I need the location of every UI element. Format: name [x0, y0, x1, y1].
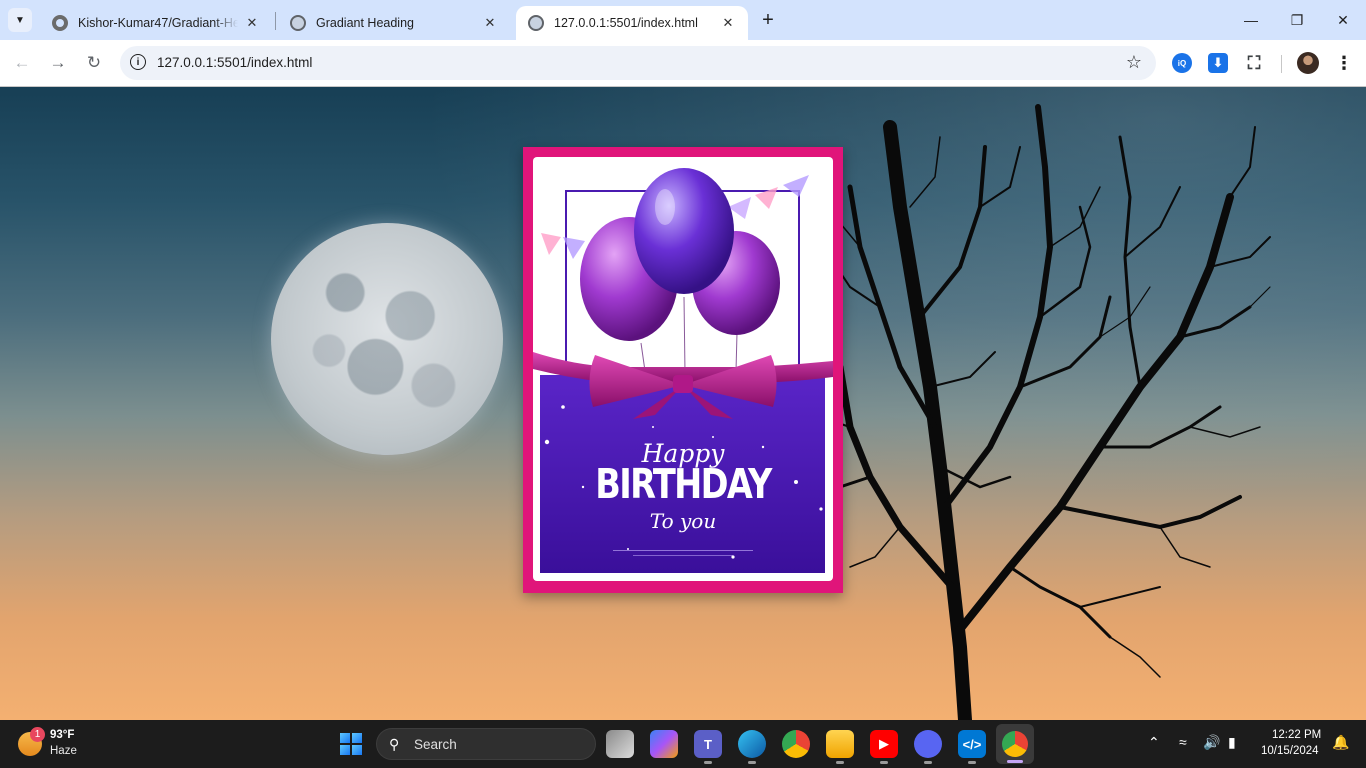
taskbar-search[interactable]: ⚲ Search — [376, 728, 596, 760]
tab-strip: ▼ Kishor-Kumar47/Gradiant-Heading ✕ Grad… — [0, 0, 1366, 40]
new-tab-button[interactable]: + — [756, 8, 780, 32]
tab-index-active[interactable]: 127.0.0.1:5501/index.html ✕ — [516, 6, 748, 40]
clock-date[interactable]: 10/15/2024 — [1261, 745, 1319, 757]
reload-button[interactable]: ↻ — [82, 51, 106, 75]
card-birthday-text: BIRTHDAY — [595, 460, 772, 508]
url-text[interactable]: 127.0.0.1:5501/index.html — [157, 55, 312, 70]
puzzle-extension-icon[interactable]: ⛶ — [1244, 53, 1264, 73]
tab-gradiant-heading[interactable]: Gradiant Heading ✕ — [278, 6, 510, 40]
tab-search-button[interactable]: ▼ — [8, 8, 32, 32]
page-viewport: Happy BIRTHDAY To you — [0, 87, 1366, 720]
profile-avatar[interactable] — [1297, 52, 1319, 74]
more-menu-icon[interactable]: ⋮ — [1334, 51, 1354, 75]
birthday-card: Happy BIRTHDAY To you — [523, 147, 843, 593]
minimize-button[interactable]: — — [1228, 0, 1274, 40]
teams-icon[interactable]: T — [694, 730, 722, 764]
close-tab-icon[interactable]: ✕ — [244, 15, 260, 31]
show-hidden-icons-icon[interactable]: ⌃ — [1148, 734, 1160, 751]
tree-silhouette — [799, 104, 1271, 720]
restore-button[interactable]: ❐ — [1274, 0, 1320, 40]
chrome-icon[interactable] — [782, 730, 810, 758]
windows-taskbar: 1 93°F Haze ⚲ Search T ▶ </> ⌃ ≈ 🔊 ▮ 12:… — [0, 720, 1366, 768]
toolbar-separator — [1281, 55, 1282, 73]
tab-separator — [275, 12, 276, 30]
globe-icon — [528, 15, 544, 31]
weather-badge: 1 — [30, 727, 45, 742]
chevron-down-icon: ▼ — [15, 14, 25, 26]
bookmark-star-icon[interactable]: ☆ — [1126, 52, 1142, 73]
browser-toolbar: ← → ↻ i 127.0.0.1:5501/index.html ☆ iQ ⬇… — [0, 40, 1366, 87]
search-label: Search — [414, 737, 457, 752]
close-window-button[interactable]: ✕ — [1320, 0, 1366, 40]
start-button[interactable] — [340, 733, 362, 755]
card-inner: Happy BIRTHDAY To you — [533, 157, 833, 581]
chrome-profile-icon[interactable] — [996, 724, 1034, 764]
tab-title: 127.0.0.1:5501/index.html — [554, 16, 698, 30]
close-tab-icon[interactable]: ✕ — [720, 15, 736, 31]
tab-github[interactable]: Kishor-Kumar47/Gradiant-Heading ✕ — [40, 6, 272, 40]
wifi-icon[interactable]: ≈ — [1179, 734, 1187, 750]
search-icon: ⚲ — [389, 736, 400, 752]
tab-title: Kishor-Kumar47/Gradiant-Heading — [78, 16, 238, 30]
iq-extension-icon[interactable]: iQ — [1172, 53, 1192, 73]
notification-bell-icon[interactable]: 🔔 — [1332, 734, 1349, 751]
clock-time[interactable]: 12:22 PM — [1272, 729, 1321, 741]
card-to-you-text: To you — [649, 509, 717, 533]
moon-image — [271, 223, 503, 455]
volume-icon[interactable]: 🔊 — [1203, 734, 1220, 751]
discord-icon[interactable] — [914, 730, 942, 764]
task-view-icon[interactable] — [606, 730, 634, 758]
file-explorer-icon[interactable] — [826, 730, 854, 764]
edge-icon[interactable] — [738, 730, 766, 764]
vscode-icon[interactable]: </> — [958, 730, 986, 764]
forward-button[interactable]: → — [46, 51, 70, 75]
battery-icon[interactable]: ▮ — [1228, 734, 1236, 751]
weather-temp[interactable]: 93°F — [50, 729, 74, 741]
weather-condition[interactable]: Haze — [50, 745, 77, 757]
address-bar[interactable]: i 127.0.0.1:5501/index.html ☆ — [120, 46, 1156, 80]
site-info-icon[interactable]: i — [130, 54, 146, 70]
back-button[interactable]: ← — [10, 51, 34, 75]
download-extension-icon[interactable]: ⬇ — [1208, 53, 1228, 73]
copilot-icon[interactable] — [650, 730, 678, 758]
globe-icon — [290, 15, 306, 31]
tab-title: Gradiant Heading — [316, 16, 414, 30]
github-icon — [52, 15, 68, 31]
youtube-icon[interactable]: ▶ — [870, 730, 898, 764]
close-tab-icon[interactable]: ✕ — [482, 15, 498, 31]
